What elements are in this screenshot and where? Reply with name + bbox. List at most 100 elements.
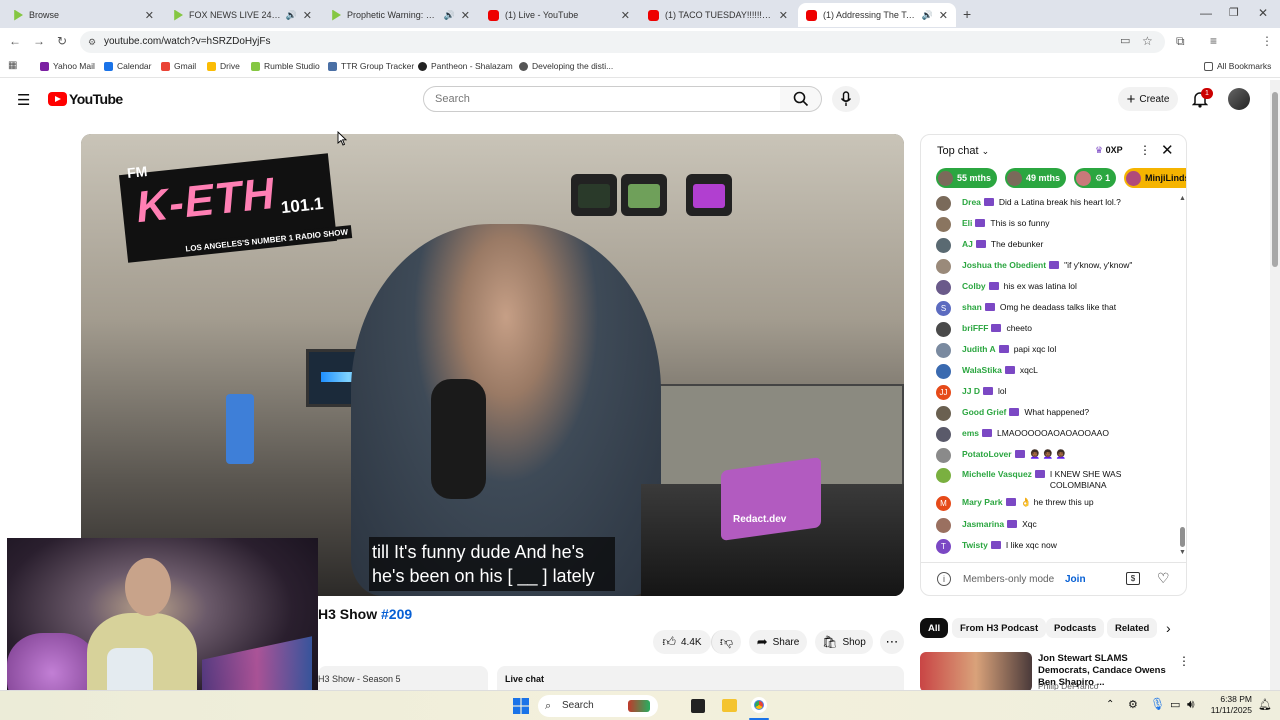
- taskbar-search[interactable]: ⌕ Search: [538, 695, 658, 717]
- bookmark-item[interactable]: Calendar: [104, 61, 152, 71]
- bookmark-item[interactable]: Yahoo Mail: [40, 61, 95, 71]
- chat-message[interactable]: WalaStika xqcL: [936, 364, 1171, 379]
- chat-message[interactable]: JJ JJ Dlol: [936, 385, 1171, 400]
- bookmark-item[interactable]: TTR Group Tracker: [328, 61, 414, 71]
- bookmark-item[interactable]: Developing the disti...: [519, 61, 613, 71]
- chat-message[interactable]: Sshan Omg he deadass talks like that: [936, 301, 1171, 316]
- reload-icon[interactable]: ↻: [57, 34, 67, 48]
- dislike-button[interactable]: 👎︎: [711, 630, 741, 654]
- minimize-icon[interactable]: —: [1200, 6, 1212, 20]
- page-scrollbar-thumb[interactable]: [1272, 92, 1278, 267]
- close-window-icon[interactable]: ✕: [1258, 6, 1268, 20]
- media-controls-icon[interactable]: ≡: [1210, 34, 1217, 48]
- all-bookmarks[interactable]: All Bookmarks: [1204, 61, 1271, 71]
- close-tab-icon[interactable]: ✕: [779, 9, 788, 22]
- back-icon[interactable]: ←: [9, 34, 21, 48]
- voice-search-button[interactable]: [832, 86, 860, 112]
- super-chat-icon[interactable]: $: [1126, 572, 1140, 585]
- browser-tab-active[interactable]: (1) Addressing The Teddy G 🔊 ✕: [798, 3, 956, 27]
- browser-tab[interactable]: FOX NEWS LIVE 24/7 | BREA 🔊 ✕: [164, 3, 320, 27]
- volume-icon[interactable]: 🔊︎: [1187, 697, 1195, 712]
- member-badge-pill[interactable]: 55 mths: [936, 168, 998, 188]
- member-badge-pill[interactable]: 49 mths: [1005, 168, 1067, 188]
- chat-message[interactable]: Joshua the Obedient "if y'know, y'know": [936, 259, 1171, 274]
- chat-message[interactable]: Michelle Vasquez I KNEW SHE WAS COLOMBIAN…: [936, 468, 1171, 491]
- xp-badge[interactable]: ♛ 0XP: [1095, 145, 1123, 156]
- bookmark-item[interactable]: Pantheon - Shalazam: [418, 61, 513, 71]
- taskbar-clock[interactable]: 6:38 PM 11/11/2025: [1208, 694, 1252, 716]
- join-button[interactable]: Join: [1065, 574, 1086, 585]
- shop-button[interactable]: 🛍︎ Shop: [815, 630, 873, 654]
- chat-message[interactable]: briFFF cheeto: [936, 322, 1171, 337]
- chat-message[interactable]: Judith Apapi xqc lol: [936, 343, 1171, 358]
- browser-tab[interactable]: (1) Live - YouTube ✕: [480, 3, 638, 27]
- chat-message[interactable]: Good Grief What happened?: [936, 406, 1171, 421]
- chip-related[interactable]: Related: [1107, 618, 1158, 638]
- restore-icon[interactable]: ❐: [1229, 6, 1239, 19]
- youtube-logo[interactable]: YouTube: [48, 91, 123, 107]
- bookmark-item[interactable]: Gmail: [161, 61, 196, 71]
- chat-message[interactable]: Eli This is so funny: [936, 217, 1171, 232]
- extensions-icon[interactable]: ⧉: [1176, 34, 1185, 49]
- address-bar[interactable]: ⚙ youtube.com/watch?v=hSRZDoHyjFs: [80, 31, 1165, 53]
- close-tab-icon[interactable]: ✕: [145, 9, 154, 22]
- chevron-right-icon[interactable]: ›: [1166, 620, 1171, 636]
- terminal-icon[interactable]: [691, 699, 705, 713]
- speaker-icon[interactable]: 🔊: [444, 10, 455, 21]
- hamburger-menu-icon[interactable]: ☰: [17, 91, 30, 109]
- chat-message[interactable]: Drea Did a Latina break his heart lol.?: [936, 196, 1171, 211]
- chat-message[interactable]: M Mary Park 👌 he threw this up: [936, 496, 1171, 511]
- chat-message[interactable]: Colby his ex was latina lol: [936, 280, 1171, 295]
- search-input[interactable]: Search: [423, 86, 781, 112]
- create-button[interactable]: + Create: [1118, 87, 1178, 111]
- bookmark-item[interactable]: Rumble Studio: [251, 61, 320, 71]
- more-vertical-icon[interactable]: ⋮: [1139, 143, 1151, 157]
- search-button[interactable]: [780, 86, 822, 112]
- chat-mode-dropdown[interactable]: Top chat ⌄: [937, 145, 989, 157]
- apps-grid-icon[interactable]: ▦: [8, 60, 17, 71]
- close-tab-icon[interactable]: ✕: [939, 9, 948, 22]
- cast-icon[interactable]: ▭: [1120, 34, 1130, 47]
- network-icon[interactable]: ▭: [1170, 698, 1180, 711]
- chat-message[interactable]: AJ The debunker: [936, 238, 1171, 253]
- show-hidden-icons-icon[interactable]: ⌃: [1106, 699, 1114, 710]
- chat-message[interactable]: Jasmarina Xqc: [936, 518, 1171, 533]
- chip-from-h3-podcast[interactable]: From H3 Podcast: [952, 618, 1047, 638]
- chip-all[interactable]: All: [920, 618, 949, 638]
- close-icon[interactable]: ✕: [1161, 141, 1174, 159]
- avatar[interactable]: [1228, 88, 1250, 110]
- speaker-icon[interactable]: 🔊: [286, 10, 297, 21]
- hashtag-link[interactable]: #209: [381, 606, 412, 622]
- chat-scrollbar-thumb[interactable]: [1180, 527, 1185, 547]
- related-video-thumbnail[interactable]: [920, 652, 1032, 692]
- heart-icon[interactable]: ♡: [1157, 570, 1170, 587]
- close-tab-icon[interactable]: ✕: [303, 9, 312, 22]
- browser-tab[interactable]: Prophetic Warning: 40-Day 🔊 ✕: [322, 3, 478, 27]
- scroll-down-icon[interactable]: ▼: [1179, 549, 1186, 556]
- site-info-icon[interactable]: ⚙: [88, 31, 96, 53]
- member-badge-pill[interactable]: MinjiLinds: [1124, 168, 1186, 188]
- share-button[interactable]: ➦ Share: [749, 630, 807, 654]
- browser-tab[interactable]: Browse ✕: [4, 3, 162, 27]
- chrome-icon[interactable]: [751, 697, 767, 713]
- tray-app-icon[interactable]: ⚙: [1128, 698, 1138, 711]
- forward-icon[interactable]: →: [33, 34, 45, 48]
- windows-start-icon[interactable]: [513, 698, 529, 714]
- new-tab-icon[interactable]: +: [963, 6, 971, 22]
- browser-tab[interactable]: (1) TACO TUESDAY!!!!!!! - YouTu ✕: [640, 3, 796, 27]
- member-badge-pill[interactable]: ⚙ 1: [1074, 168, 1117, 188]
- more-vertical-icon[interactable]: ⋮: [1178, 654, 1190, 668]
- info-icon[interactable]: i: [937, 572, 951, 586]
- like-button[interactable]: 👍︎ 4.4K: [653, 630, 711, 654]
- chat-message[interactable]: PotatoLover 👩🏾‍🦱 👩🏾‍🦱 👩🏾‍🦱: [936, 448, 1171, 463]
- chat-message[interactable]: T Twisty I like xqc now: [936, 539, 1171, 554]
- video-player[interactable]: FM K-ETH 101.1 LOS ANGELES'S NUMBER 1 RA…: [81, 134, 904, 596]
- close-tab-icon[interactable]: ✕: [461, 9, 470, 22]
- more-actions-button[interactable]: ⋯: [880, 630, 904, 654]
- chip-podcasts[interactable]: Podcasts: [1046, 618, 1105, 638]
- scroll-up-icon[interactable]: ▲: [1179, 195, 1186, 202]
- chrome-menu-icon[interactable]: ⋮: [1261, 34, 1273, 48]
- bookmark-item[interactable]: Drive: [207, 61, 240, 71]
- bookmark-star-icon[interactable]: ☆: [1142, 34, 1153, 48]
- speaker-icon[interactable]: 🔊: [922, 10, 933, 21]
